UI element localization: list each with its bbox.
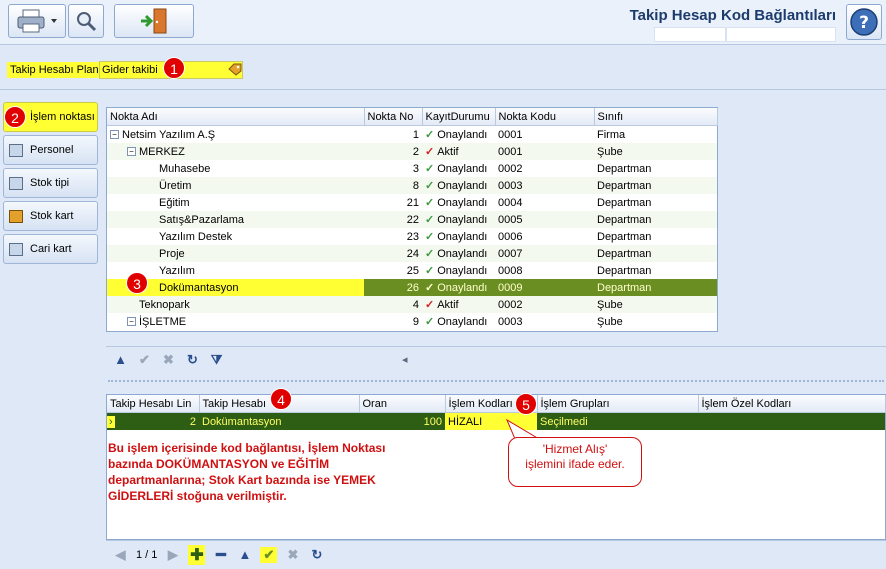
confirm-icon[interactable]: ✔ (260, 546, 278, 563)
tag-icon (9, 209, 23, 223)
window-title: Takip Hesap Kod Bağlantıları (629, 7, 836, 24)
approved-check-icon: ✓ (425, 197, 435, 209)
person-card-icon (9, 143, 23, 157)
add-icon[interactable]: ✚ (188, 544, 206, 565)
tree-row[interactable]: Satış&Pazarlama 22 ✓ Onaylandı 0005 Depar… (107, 211, 717, 228)
tree-row[interactable]: − MERKEZ 2 ✓ Aktif 0001 Şube (107, 143, 717, 160)
search-settings-button[interactable] (68, 4, 104, 38)
tree-row[interactable]: − Netsim Yazılım A.Ş 1 ✓ Onaylandı 0001 Fi… (107, 126, 717, 144)
tree-row[interactable]: Teknopark 4 ✓ Aktif 0002 Şube (107, 296, 717, 313)
cancel-icon[interactable]: ✖ (284, 547, 301, 563)
active-check-icon: ✓ (425, 146, 435, 158)
title-field-left (654, 27, 726, 42)
tree-row[interactable]: Üretim 8 ✓ Onaylandı 0003 Departman (107, 177, 717, 194)
approved-check-icon: ✓ (425, 282, 435, 294)
approved-check-icon: ✓ (425, 265, 435, 277)
marker-4: 4 (270, 388, 292, 410)
tag-icon[interactable] (228, 63, 242, 79)
approved-check-icon: ✓ (425, 214, 435, 226)
svg-text:?: ? (859, 13, 869, 33)
approved-check-icon: ✓ (425, 316, 435, 328)
tree-row[interactable]: Yazılım 25 ✓ Onaylandı 0008 Departman (107, 262, 717, 279)
side-tab-label: Stok kart (30, 210, 74, 222)
column-header-nokta-kodu[interactable]: Nokta Kodu (495, 108, 595, 126)
tree-row[interactable]: Muhasebe 3 ✓ Onaylandı 0002 Departman (107, 160, 717, 177)
side-tab-cari-kart[interactable]: Cari kart (3, 234, 98, 264)
side-tab-stok-kart[interactable]: Stok kart (3, 201, 98, 231)
annotation-note: Bu işlem içerisinde kod bağlantısı, İşle… (108, 441, 386, 503)
approved-check-icon: ✓ (425, 248, 435, 260)
marker-5: 5 (515, 393, 537, 415)
collapse-icon[interactable]: − (127, 147, 136, 157)
column-header-islem-ozel-kodlari[interactable]: İşlem Özel Kodları (698, 395, 886, 413)
approved-check-icon: ✓ (425, 163, 435, 175)
column-header-kayit-durumu[interactable]: KayıtDurumu (422, 108, 496, 126)
detail-row-selected[interactable]: › 2 Dokümantasyon 100 HİZALI Seçilmedi (107, 412, 885, 430)
move-up-icon[interactable]: ▲ (236, 547, 253, 562)
tree-navigator: ▲ ✔ ✖ ↻ ⧩ ◂ (106, 346, 886, 372)
column-header-sinifi[interactable]: Sınıfı (594, 108, 718, 126)
refresh-icon[interactable]: ↻ (184, 352, 201, 368)
column-header-oran[interactable]: Oran (359, 395, 446, 413)
scroll-left-icon[interactable]: ◂ (402, 353, 408, 366)
exit-button[interactable] (114, 4, 194, 38)
column-header-nokta-adi[interactable]: Nokta Adı (107, 108, 365, 126)
splitter[interactable] (108, 380, 884, 384)
column-header-islem-gruplari[interactable]: İşlem Grupları (537, 395, 699, 413)
tree-grid: Nokta Adı Nokta No KayıtDurumu Nokta Kod… (106, 107, 718, 332)
confirm-icon[interactable]: ✔ (136, 352, 153, 368)
side-tab-label: Cari kart (30, 243, 72, 255)
next-page-icon[interactable]: ▶ (164, 547, 181, 563)
tree-row[interactable]: Proje 24 ✓ Onaylandı 0007 Departman (107, 245, 717, 262)
column-header-nokta-no[interactable]: Nokta No (364, 108, 423, 126)
print-button[interactable] (8, 4, 66, 38)
approved-check-icon: ✓ (425, 180, 435, 192)
marker-3: 3 (126, 272, 148, 294)
column-header-takip-hesabi-link[interactable]: Takip Hesabı Lin (107, 395, 200, 413)
side-tab-label: Stok tipi (30, 177, 70, 189)
callout-bubble: 'Hizmet Alış' işlemini ifade eder. (508, 437, 642, 487)
collapse-icon[interactable]: − (127, 317, 136, 327)
plan-value: Gider takibi (102, 64, 158, 76)
tree-row-selected[interactable]: Dokümantasyon 26 ✓ Onaylandı 0009 Departm… (107, 279, 717, 296)
help-icon: ? (850, 8, 878, 36)
plan-label: Takip Hesabı Planı (7, 62, 105, 78)
prev-page-icon[interactable]: ◀ (112, 547, 129, 563)
side-tab-label: Personel (30, 144, 74, 156)
title-field-right (726, 27, 836, 42)
side-tab-personel[interactable]: Personel (3, 135, 98, 165)
filter-icon[interactable]: ⧩ (208, 352, 225, 368)
active-check-icon: ✓ (425, 299, 435, 311)
pager-text: 1 / 1 (136, 548, 158, 561)
marker-2: 2 (4, 106, 26, 128)
refresh-icon[interactable]: ↻ (308, 547, 325, 563)
printer-icon (17, 9, 57, 33)
magnifier-wrench-icon (77, 12, 97, 32)
tree-row[interactable]: Eğitim 21 ✓ Onaylandı 0004 Departman (107, 194, 717, 211)
tree-row[interactable]: − İŞLETME 9 ✓ Onaylandı 0003 Şube (107, 313, 717, 330)
marker-1: 1 (163, 57, 185, 79)
approved-check-icon: ✓ (425, 231, 435, 243)
side-tab-stok-tipi[interactable]: Stok tipi (3, 168, 98, 198)
row-indicator-icon: › (107, 415, 115, 428)
collapse-icon[interactable]: − (110, 130, 119, 140)
approved-check-icon: ✓ (425, 129, 435, 141)
calendar-icon (9, 176, 23, 190)
tree-row[interactable]: Yazılım Destek 23 ✓ Onaylandı 0006 Depart… (107, 228, 717, 245)
help-button[interactable]: ? (846, 4, 882, 40)
detail-navigator: ◀ 1 / 1 ▶ ✚ ━ ▲ ✔ ✖ ↻ (106, 540, 886, 568)
cancel-icon[interactable]: ✖ (160, 352, 177, 368)
exit-door-icon (141, 8, 167, 34)
documents-icon (9, 242, 23, 256)
move-up-icon[interactable]: ▲ (112, 352, 129, 367)
remove-icon[interactable]: ━ (212, 545, 229, 565)
side-tab-label: İşlem noktası (30, 111, 95, 123)
